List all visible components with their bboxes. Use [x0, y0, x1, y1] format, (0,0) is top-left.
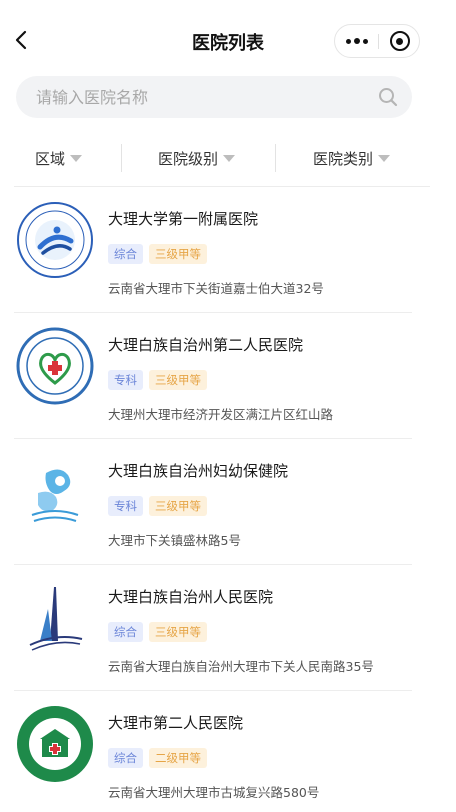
target-close-icon [389, 31, 410, 51]
filter-hospital-level[interactable]: 医院级别 [158, 138, 236, 178]
navigation-bar: 医院列表 [0, 0, 456, 80]
hospital-logo-icon [29, 587, 83, 651]
hospital-logo-icon [16, 327, 94, 405]
hospital-name: 大理大学第一附属医院 [108, 210, 259, 228]
hospital-type-tag: 综合 [108, 748, 143, 768]
hospital-logo-icon [17, 706, 93, 782]
more-button[interactable] [335, 25, 378, 57]
menu-capsule [334, 24, 420, 58]
hospital-address: 大理州大理市经济开发区满江片区红山路 [108, 407, 334, 422]
hospital-type-tag: 专科 [108, 370, 143, 390]
search-icon[interactable] [378, 87, 398, 107]
hospital-name: 大理市第二人民医院 [108, 714, 244, 732]
hospital-list-item[interactable]: 大理白族自治州人民医院 综合 三级甲等 云南省大理白族自治州大理市下关人民南路3… [0, 565, 456, 691]
caret-down-icon [378, 155, 391, 162]
hospital-type-tag: 综合 [108, 244, 143, 264]
hospital-grade-tag: 二级甲等 [149, 748, 207, 768]
caret-down-icon [70, 155, 83, 162]
more-dots-icon [345, 38, 368, 44]
hospital-list-item[interactable]: 大理市第二人民医院 综合 二级甲等 云南省大理州大理市古城复兴路580号 [0, 691, 456, 812]
filter-label: 区域 [35, 149, 66, 168]
hospital-list: 大理大学第一附属医院 综合 三级甲等 云南省大理市下关街道嘉士伯大道32号 大理… [0, 187, 456, 812]
hospital-address: 云南省大理州大理市古城复兴路580号 [108, 785, 320, 800]
hospital-grade-tag: 三级甲等 [149, 244, 207, 264]
hospital-name: 大理白族自治州第二人民医院 [108, 336, 304, 354]
hospital-tags: 综合 二级甲等 [108, 748, 207, 768]
hospital-type-tag: 专科 [108, 496, 143, 516]
hospital-logo-icon [17, 202, 93, 278]
hospital-grade-tag: 三级甲等 [149, 370, 207, 390]
search-input[interactable] [36, 76, 376, 118]
hospital-name: 大理白族自治州妇幼保健院 [108, 462, 289, 480]
filter-hospital-category[interactable]: 医院类别 [313, 138, 391, 178]
hospital-logo-icon [31, 469, 79, 522]
hospital-name: 大理白族自治州人民医院 [108, 588, 274, 606]
hospital-list-item[interactable]: 大理白族自治州第二人民医院 专科 三级甲等 大理州大理市经济开发区满江片区红山路 [0, 313, 456, 439]
hospital-address: 大理市下关镇盛林路5号 [108, 533, 241, 548]
filter-region[interactable]: 区域 [35, 138, 83, 178]
hospital-grade-tag: 三级甲等 [149, 496, 207, 516]
hospital-type-tag: 综合 [108, 622, 143, 642]
filter-divider [121, 144, 122, 172]
hospital-address: 云南省大理市下关街道嘉士伯大道32号 [108, 281, 324, 296]
filter-label: 医院类别 [313, 149, 374, 168]
hospital-list-item[interactable]: 大理白族自治州妇幼保健院 专科 三级甲等 大理市下关镇盛林路5号 [0, 439, 456, 565]
hospital-tags: 综合 三级甲等 [108, 244, 207, 264]
caret-down-icon [223, 155, 236, 162]
hospital-tags: 综合 三级甲等 [108, 622, 207, 642]
search-bar [16, 76, 412, 118]
hospital-tags: 专科 三级甲等 [108, 370, 207, 390]
filter-divider [275, 144, 276, 172]
filter-label: 医院级别 [158, 149, 219, 168]
hospital-grade-tag: 三级甲等 [149, 622, 207, 642]
hospital-tags: 专科 三级甲等 [108, 496, 207, 516]
hospital-list-item[interactable]: 大理大学第一附属医院 综合 三级甲等 云南省大理市下关街道嘉士伯大道32号 [0, 187, 456, 313]
filter-bar: 区域 医院级别 医院类别 [0, 138, 432, 178]
hospital-address: 云南省大理白族自治州大理市下关人民南路35号 [108, 659, 374, 674]
close-miniprogram-button[interactable] [379, 25, 420, 57]
